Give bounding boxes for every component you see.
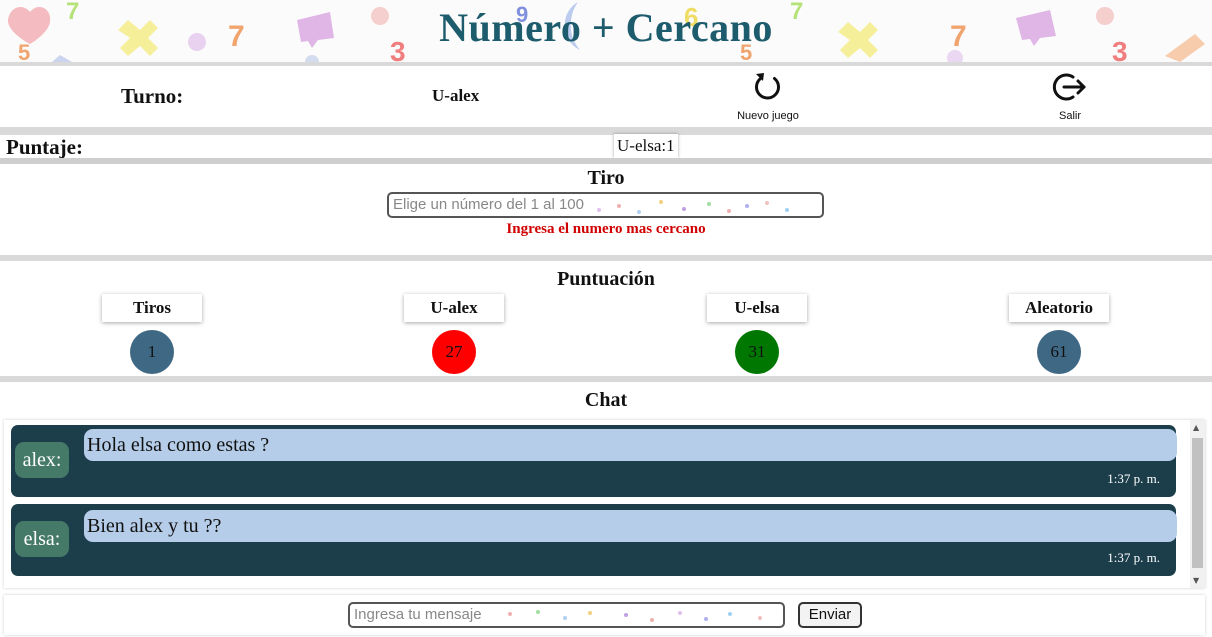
score-label: Puntaje:: [6, 135, 83, 159]
message-text: Bien alex y tu ??: [84, 510, 1177, 542]
exit-button[interactable]: Salir: [1025, 70, 1115, 122]
random-number-circle: 61: [1037, 330, 1081, 374]
message-input[interactable]: Ingresa tu mensaje: [348, 602, 785, 628]
puntuacion-title: Puntuación: [557, 268, 655, 290]
message-input-placeholder: Ingresa tu mensaje: [354, 606, 482, 623]
message-time: 1:37 p. m.: [1107, 471, 1160, 486]
divider: [0, 62, 1212, 66]
tiros-count-circle: 1: [130, 330, 174, 374]
scrollbar-thumb[interactable]: [1192, 438, 1203, 568]
exit-label: Salir: [1058, 110, 1081, 122]
message-author: alex:: [15, 442, 69, 478]
number-input[interactable]: Elige un número del 1 al 100: [387, 192, 824, 218]
message-time: 1:37 p. m.: [1107, 550, 1160, 565]
divider: [0, 376, 1212, 382]
divider: [0, 255, 1212, 261]
number-input-placeholder: Elige un número del 1 al 100: [393, 196, 584, 213]
scroll-up-icon[interactable]: ▲: [1193, 423, 1199, 432]
chat-messages-panel[interactable]: alex: Hola elsa como estas ? 1:37 p. m. …: [4, 420, 1205, 588]
new-game-button[interactable]: Nuevo juego: [723, 70, 813, 122]
u-elsa-guess-circle: 31: [735, 330, 779, 374]
tiro-title: Tiro: [587, 167, 625, 189]
message-text: Hola elsa como estas ?: [84, 429, 1177, 461]
message-author: elsa:: [15, 521, 69, 557]
scroll-down-icon[interactable]: ▼: [1193, 576, 1199, 585]
logout-icon: [1052, 73, 1086, 101]
app-title: Número + Cercano: [439, 5, 773, 50]
header-banner: 7 7 5 3 6 9 7 7 3 5 Número + Cercano: [0, 0, 1212, 62]
new-game-label: Nuevo juego: [737, 110, 799, 122]
column-header-u-alex: U-alex: [404, 294, 504, 322]
column-header-tiros: Tiros: [102, 294, 202, 322]
score-value: U-elsa:1: [614, 134, 678, 158]
chat-title: Chat: [584, 389, 628, 411]
u-alex-guess-circle: 27: [432, 330, 476, 374]
error-message: Ingresa el numero mas cercano: [506, 221, 706, 237]
column-header-aleatorio: Aleatorio: [1009, 294, 1109, 322]
divider: [0, 158, 1212, 164]
turn-label: Turno:: [121, 84, 184, 108]
column-header-u-elsa: U-elsa: [707, 294, 807, 322]
send-button[interactable]: Enviar: [798, 602, 862, 628]
turn-value: U-alex: [432, 86, 480, 105]
divider: [0, 127, 1212, 135]
chat-scrollbar[interactable]: ▲ ▼: [1190, 420, 1205, 588]
refresh-icon: [755, 73, 780, 100]
chat-message: alex: Hola elsa como estas ? 1:37 p. m.: [11, 425, 1177, 497]
chat-message: elsa: Bien alex y tu ?? 1:37 p. m.: [11, 504, 1177, 576]
